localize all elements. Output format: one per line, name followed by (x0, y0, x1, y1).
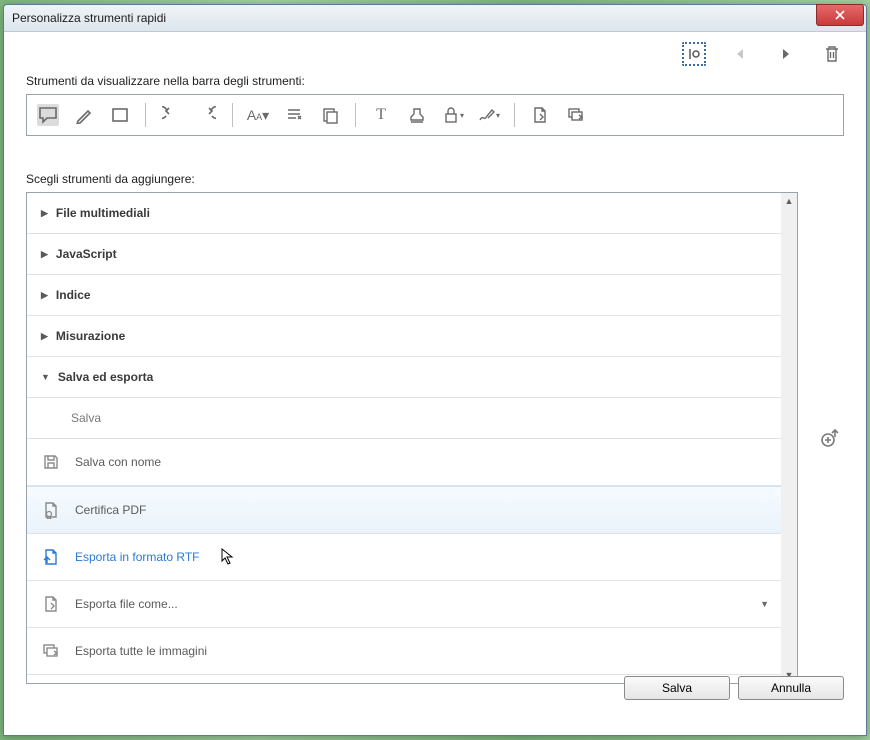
separator (145, 103, 146, 127)
dialog-footer: Salva Annulla (624, 676, 844, 700)
tools-list: ▶ File multimediali ▶ JavaScript ▶ Indice ▶… (26, 192, 798, 684)
scroll-up-icon[interactable]: ▲ (781, 193, 797, 209)
rectangle-icon[interactable] (109, 104, 131, 126)
separator (514, 103, 515, 127)
cursor-icon (221, 548, 235, 566)
item-export-as[interactable]: Esporta file come... ▼ (27, 581, 781, 628)
side-actions (816, 192, 844, 684)
dialog-window: Personalizza strumenti rapidi Strumenti … (3, 4, 867, 736)
lock-icon[interactable]: ▾ (442, 104, 464, 126)
category-label: Misurazione (56, 329, 125, 343)
cancel-button[interactable]: Annulla (738, 676, 844, 700)
export-images-icon (41, 641, 61, 661)
category-index[interactable]: ▶ Indice (27, 275, 781, 316)
category-label: JavaScript (56, 247, 117, 261)
move-right-button[interactable] (774, 42, 798, 66)
item-save[interactable]: Salva (27, 398, 781, 439)
item-export-images[interactable]: Esporta tutte le immagini (27, 628, 781, 675)
undo-icon[interactable] (160, 104, 182, 126)
insert-separator-button[interactable] (682, 42, 706, 66)
choose-label: Scegli strumenti da aggiungere: (26, 172, 844, 186)
separator (355, 103, 356, 127)
item-label: Salva (71, 411, 101, 425)
chevron-down-icon: ▼ (41, 372, 50, 382)
category-label: File multimediali (56, 206, 150, 220)
category-javascript[interactable]: ▶ JavaScript (27, 234, 781, 275)
item-save-as[interactable]: Salva con nome (27, 439, 781, 486)
chevron-right-icon: ▶ (41, 208, 48, 219)
move-left-button (728, 42, 752, 66)
export-icon[interactable] (529, 104, 551, 126)
dropdown-icon: ▼ (760, 599, 769, 609)
category-multimedia[interactable]: ▶ File multimediali (27, 193, 781, 234)
text-icon[interactable]: T (370, 104, 392, 126)
item-label: Esporta tutte le immagini (75, 644, 207, 658)
close-button[interactable] (816, 4, 864, 26)
category-measure[interactable]: ▶ Misurazione (27, 316, 781, 357)
item-certify-pdf[interactable]: Certifica PDF (27, 486, 781, 534)
category-save-export[interactable]: ▼ Salva ed esporta (27, 357, 781, 398)
font-size-icon[interactable]: AA▾ (247, 104, 269, 126)
chevron-right-icon: ▶ (41, 249, 48, 260)
chevron-right-icon: ▶ (41, 290, 48, 301)
item-export-rtf[interactable]: Esporta in formato RTF (27, 534, 781, 581)
dialog-body: Strumenti da visualizzare nella barra de… (4, 32, 866, 712)
window-title: Personalizza strumenti rapidi (12, 11, 816, 25)
separator (232, 103, 233, 127)
stamp-icon[interactable] (406, 104, 428, 126)
add-tool-button[interactable] (819, 427, 841, 449)
export-all-icon[interactable] (565, 104, 587, 126)
item-label: Esporta file come... (75, 597, 178, 611)
certificate-icon (41, 500, 61, 520)
category-label: Indice (56, 288, 91, 302)
titlebar: Personalizza strumenti rapidi (4, 5, 866, 32)
chevron-right-icon: ▶ (41, 331, 48, 342)
sign-icon[interactable]: ▾ (478, 104, 500, 126)
clipboard-icon[interactable] (319, 104, 341, 126)
comment-icon[interactable] (37, 104, 59, 126)
item-label: Certifica PDF (75, 503, 146, 517)
save-icon (41, 452, 61, 472)
delete-button[interactable] (820, 42, 844, 66)
item-label: Salva con nome (75, 455, 161, 469)
category-label: Salva ed esporta (58, 370, 153, 384)
paragraph-icon[interactable] (283, 104, 305, 126)
current-toolbar: AA▾ T ▾ ▾ (26, 94, 844, 136)
export-icon (41, 594, 61, 614)
save-button[interactable]: Salva (624, 676, 730, 700)
export-rtf-icon (41, 547, 61, 567)
scrollbar[interactable]: ▲ ▼ (781, 193, 797, 683)
toolbar-label: Strumenti da visualizzare nella barra de… (26, 74, 844, 88)
top-controls (682, 42, 844, 66)
highlight-icon[interactable] (73, 104, 95, 126)
item-label: Esporta in formato RTF (75, 550, 200, 564)
redo-icon[interactable] (196, 104, 218, 126)
